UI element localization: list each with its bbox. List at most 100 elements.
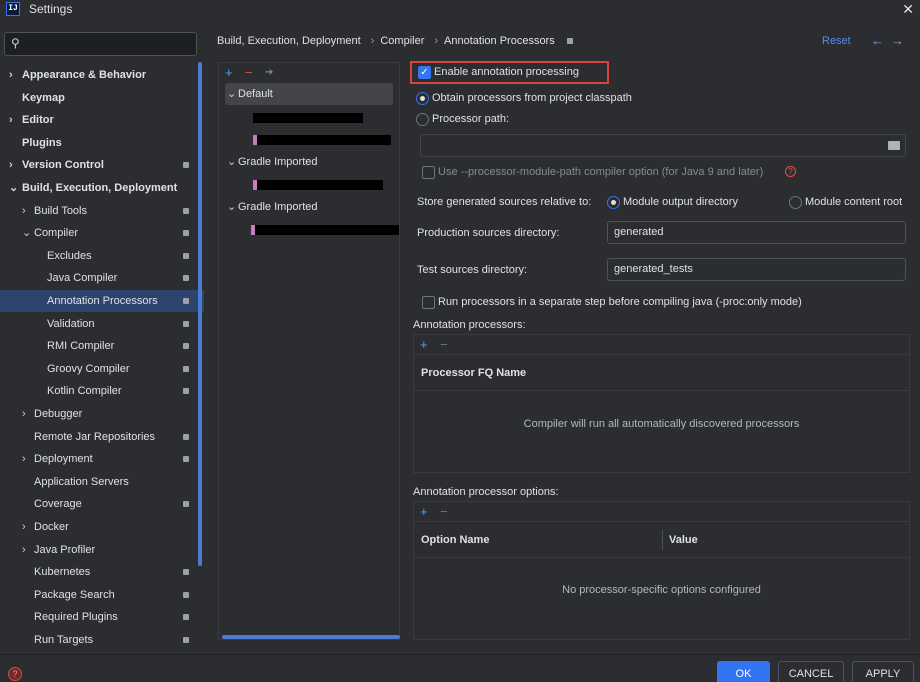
forward-arrow-icon[interactable]: → [891, 33, 904, 48]
redacted-module [257, 180, 383, 190]
processors-table-header: Processor FQ Name [414, 357, 909, 391]
remove-processor-icon[interactable]: − [440, 337, 448, 352]
sidebar-item-annotation-processors[interactable]: Annotation Processors [0, 290, 204, 312]
test-dir-label: Test sources directory: [417, 264, 528, 276]
back-arrow-icon[interactable]: ← [871, 33, 884, 48]
redacted-module [255, 225, 399, 235]
project-scope-icon [183, 569, 189, 576]
chevron-right-icon[interactable]: › [9, 109, 13, 131]
chevron-down-icon[interactable]: ⌄ [9, 177, 18, 199]
module-output-radio[interactable] [607, 196, 620, 209]
sidebar-item-package-search[interactable]: Package Search [0, 584, 200, 606]
sidebar-item-excludes[interactable]: Excludes [0, 245, 200, 267]
sidebar-item-deployment[interactable]: › Deployment [0, 448, 200, 470]
breadcrumb-item[interactable]: Compiler [380, 35, 424, 47]
test-dir-input[interactable]: generated_tests [607, 258, 906, 281]
chevron-right-icon[interactable]: › [22, 539, 26, 561]
options-table-header: Option Name Value [414, 524, 909, 558]
sidebar-item-required-plugins[interactable]: Required Plugins [0, 606, 200, 628]
breadcrumb-item[interactable]: Build, Execution, Deployment [217, 35, 361, 47]
sidebar-item-appearance-behavior[interactable]: › Appearance & Behavior [0, 64, 200, 86]
production-dir-input[interactable]: generated [607, 221, 906, 244]
reset-link[interactable]: Reset [822, 35, 851, 47]
move-profile-icon[interactable]: ➔ [265, 67, 273, 78]
sidebar-item-label: Kubernetes [34, 566, 91, 579]
sidebar-item-label: Debugger [34, 408, 83, 420]
sidebar-item-run-targets[interactable]: Run Targets [0, 629, 200, 651]
profile-default[interactable]: ⌄ Default [225, 83, 393, 105]
sidebar-item-label: Validation [47, 317, 95, 330]
sidebar-item-build-execution-deployment[interactable]: ⌄ Build, Execution, Deployment [0, 177, 200, 199]
chevron-right-icon[interactable]: › [22, 516, 26, 538]
help-icon[interactable]: ? [8, 667, 22, 681]
help-icon[interactable]: ? [785, 166, 796, 177]
processor-path-field[interactable] [420, 134, 906, 157]
project-scope-icon [183, 275, 189, 282]
module-content-radio[interactable] [789, 196, 802, 209]
apply-button[interactable]: APPLY [852, 661, 914, 682]
profile-gradle-imported-2[interactable]: ⌄ Gradle Imported [219, 196, 399, 218]
options-toolbar: + − [414, 502, 909, 522]
project-scope-icon [183, 456, 189, 463]
sidebar-item-docker[interactable]: › Docker [0, 516, 200, 538]
chevron-right-icon[interactable]: › [9, 64, 13, 86]
project-scope-icon [183, 320, 189, 327]
folder-icon[interactable] [888, 141, 900, 150]
sidebar-item-java-profiler[interactable]: › Java Profiler [0, 539, 200, 561]
add-option-icon[interactable]: + [420, 504, 428, 519]
sidebar-scrollbar[interactable] [198, 62, 202, 566]
column-divider[interactable] [662, 530, 663, 550]
column-header[interactable]: Option Name [421, 534, 489, 546]
remove-profile-icon[interactable]: − [245, 65, 253, 80]
chevron-down-icon[interactable]: ⌄ [22, 222, 31, 244]
ok-button[interactable]: OK [717, 661, 770, 682]
chevron-right-icon[interactable]: › [22, 448, 26, 470]
separate-step-checkbox[interactable] [422, 296, 435, 309]
sidebar-item-application-servers[interactable]: Application Servers [0, 471, 200, 493]
remove-option-icon[interactable]: − [440, 504, 448, 519]
sidebar-item-compiler[interactable]: ⌄ Compiler [0, 222, 200, 244]
breadcrumb-item: Annotation Processors [444, 35, 555, 47]
sidebar-item-java-compiler[interactable]: Java Compiler [0, 267, 200, 289]
cancel-button[interactable]: CANCEL [778, 661, 844, 682]
chevron-right-icon[interactable]: › [22, 200, 26, 222]
add-profile-icon[interactable]: + [225, 65, 233, 80]
sidebar-item-label: RMI Compiler [47, 340, 115, 353]
obtain-from-classpath-radio[interactable] [416, 92, 429, 105]
sidebar-item-remote-jar-repositories[interactable]: Remote Jar Repositories [0, 426, 200, 448]
sidebar-item-version-control[interactable]: › Version Control [0, 154, 200, 176]
sidebar-item-rmi-compiler[interactable]: RMI Compiler [0, 335, 200, 357]
sidebar-item-editor[interactable]: › Editor [0, 109, 200, 131]
sidebar-item-coverage[interactable]: Coverage [0, 493, 200, 515]
obtain-from-classpath-label: Obtain processors from project classpath [432, 92, 632, 104]
sidebar-item-groovy-compiler[interactable]: Groovy Compiler [0, 358, 200, 380]
profile-gradle-imported-1[interactable]: ⌄ Gradle Imported [219, 151, 399, 173]
chevron-right-icon[interactable]: › [22, 403, 26, 425]
project-scope-icon [183, 591, 189, 598]
column-header[interactable]: Processor FQ Name [421, 367, 526, 379]
sidebar-item-build-tools[interactable]: › Build Tools [0, 200, 200, 222]
processor-path-radio[interactable] [416, 113, 429, 126]
processor-path-label: Processor path: [432, 113, 510, 125]
profiles-scrollbar[interactable] [222, 635, 400, 639]
module-path-checkbox[interactable] [422, 166, 435, 179]
search-input[interactable]: ⚲ [4, 32, 197, 56]
column-header[interactable]: Value [669, 534, 698, 546]
project-scope-icon [183, 298, 189, 304]
sidebar-item-keymap[interactable]: Keymap [0, 87, 200, 109]
store-relative-label: Store generated sources relative to: [417, 196, 592, 208]
close-icon[interactable]: ✕ [902, 0, 914, 18]
sidebar-item-debugger[interactable]: › Debugger [0, 403, 200, 425]
sidebar-item-label: Build, Execution, Deployment [22, 182, 178, 194]
sidebar-item-kubernetes[interactable]: Kubernetes [0, 561, 200, 583]
chevron-right-icon[interactable]: › [9, 154, 13, 176]
empty-state-text: Compiler will run all automatically disc… [523, 418, 800, 430]
sidebar-item-kotlin-compiler[interactable]: Kotlin Compiler [0, 380, 200, 402]
enable-annotation-checkbox[interactable]: ✓ [418, 66, 431, 79]
sidebar-item-validation[interactable]: Validation [0, 313, 200, 335]
profile-label: Gradle Imported [238, 156, 318, 168]
add-processor-icon[interactable]: + [420, 337, 428, 352]
sidebar-item-plugins[interactable]: Plugins [0, 132, 200, 154]
processors-table-title: Annotation processors: [413, 319, 526, 331]
sidebar-item-label: Excludes [47, 249, 92, 262]
